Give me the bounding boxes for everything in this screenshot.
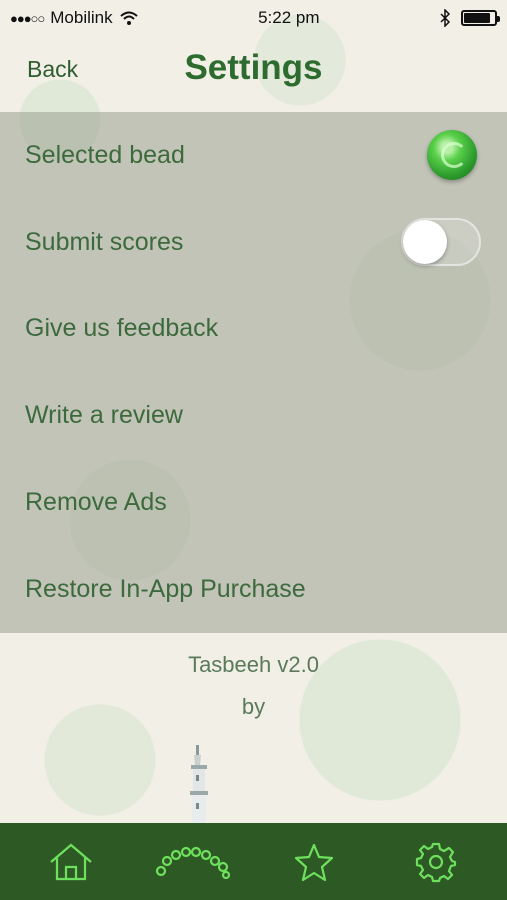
beads-icon	[155, 846, 230, 879]
setting-label: Restore In-App Purchase	[25, 574, 306, 603]
bluetooth-icon	[440, 9, 451, 27]
tab-favorites[interactable]	[274, 832, 354, 892]
tab-home[interactable]	[31, 832, 111, 892]
setting-label: Write a review	[25, 401, 183, 430]
toggle-knob	[403, 220, 447, 265]
wifi-icon	[119, 11, 138, 25]
home-icon	[50, 843, 92, 880]
setting-label: Remove Ads	[25, 488, 167, 517]
setting-write-review[interactable]: Write a review	[0, 372, 507, 459]
setting-submit-scores: Submit scores	[0, 199, 507, 286]
status-time: 5:22 pm	[258, 8, 320, 27]
settings-list: Selected bead Submit scores Give us feed…	[0, 112, 507, 633]
navigation-bar: Back Settings	[0, 36, 507, 112]
signal-strength-icon: ●●●○○	[10, 10, 45, 26]
battery-icon	[461, 10, 500, 26]
gear-icon	[416, 842, 457, 882]
setting-restore-purchase[interactable]: Restore In-App Purchase	[0, 546, 507, 633]
page-title: Settings	[184, 48, 323, 87]
setting-label: Give us feedback	[25, 314, 219, 343]
tab-bar	[0, 823, 507, 900]
setting-label: Submit scores	[25, 227, 184, 256]
setting-selected-bead[interactable]: Selected bead	[0, 112, 507, 199]
tab-settings[interactable]	[396, 832, 476, 892]
setting-remove-ads[interactable]: Remove Ads	[0, 459, 507, 546]
green-bead-icon[interactable]	[427, 130, 477, 181]
tab-counter[interactable]	[153, 832, 233, 892]
status-bar: ●●●○○ Mobilink 5:22 pm	[0, 0, 507, 36]
app-version: Tasbeeh v2.0	[188, 652, 319, 677]
setting-give-feedback[interactable]: Give us feedback	[0, 286, 507, 373]
minaret-logo-icon	[190, 745, 208, 825]
setting-label: Selected bead	[25, 140, 185, 169]
submit-scores-toggle[interactable]	[401, 218, 481, 267]
by-label: by	[241, 694, 266, 719]
carrier-label: Mobilink	[50, 8, 113, 27]
star-icon	[295, 843, 334, 881]
